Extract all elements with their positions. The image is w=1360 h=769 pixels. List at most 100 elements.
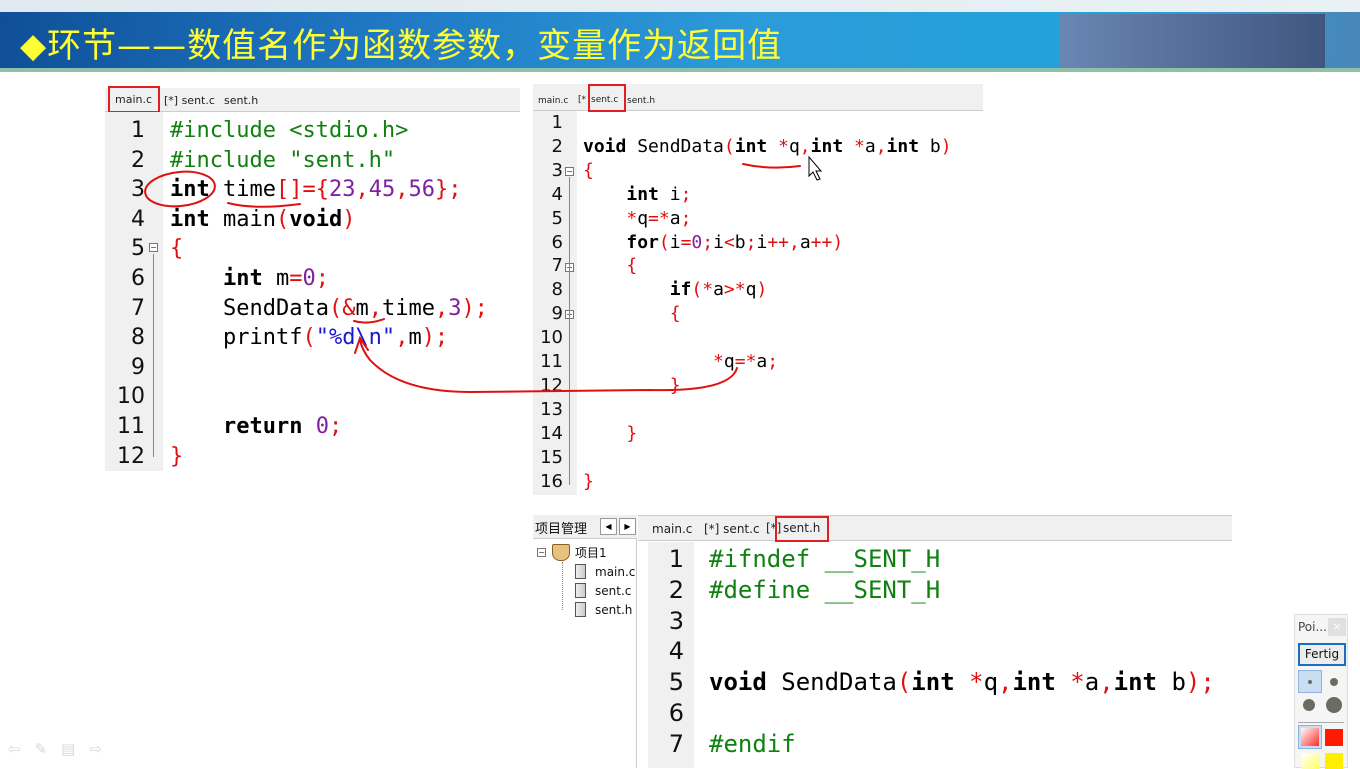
code-token: a (799, 231, 811, 253)
code-line[interactable]: } (583, 375, 681, 396)
slide-nav: ⇦✎▤⇨ (8, 740, 116, 758)
line-number: 6 (131, 266, 145, 291)
code-token: int (626, 183, 659, 205)
code-token: } (170, 443, 184, 469)
tab-sent-c[interactable]: [*] sent.c (164, 94, 215, 107)
color-swatch-yellow-gradient[interactable] (1301, 753, 1319, 769)
scroll-right-button[interactable]: ▶ (619, 518, 636, 535)
code-token: ) (940, 135, 952, 157)
code-token: =* (648, 207, 670, 229)
color-swatch-red[interactable] (1325, 729, 1343, 746)
file-icon (575, 564, 586, 579)
code-line[interactable]: for(i=0;i<b;i++,a++) (583, 232, 843, 253)
code-token: >* (723, 279, 746, 301)
code-line[interactable]: #include "sent.h" (170, 148, 395, 173)
code-token: * (626, 207, 638, 229)
code-token: #define __SENT_H (709, 575, 941, 604)
code-line[interactable]: if(*a>*q) (583, 279, 768, 301)
code-line[interactable]: #ifndef __SENT_H (709, 545, 940, 573)
code-token: = (289, 266, 303, 291)
code-token: SendData (626, 135, 724, 157)
pen-size-large[interactable] (1303, 699, 1315, 711)
code-token: ; (745, 231, 757, 253)
code-token: i (713, 231, 724, 253)
code-line[interactable]: *q=*a; (583, 208, 691, 229)
code-token: i (669, 231, 681, 253)
line-number: 11 (117, 414, 145, 439)
color-swatch-yellow[interactable] (1325, 753, 1343, 769)
done-button[interactable]: Fertig (1298, 643, 1346, 666)
pen-size-medium[interactable] (1330, 678, 1338, 686)
file-icon (575, 583, 586, 598)
code-line[interactable]: int time[]={23,45,56}; (170, 177, 461, 202)
tab-main-c[interactable]: main.c (538, 96, 568, 106)
code-line[interactable]: return 0; (170, 414, 342, 439)
code-line[interactable]: #endif (709, 730, 796, 758)
code-line[interactable]: SendData(&m,time,3); (170, 296, 488, 321)
code-line[interactable]: #define __SENT_H (709, 576, 940, 604)
code-token: if (669, 279, 692, 301)
code-token: { (583, 159, 594, 181)
scroll-left-button[interactable]: ◀ (600, 518, 617, 535)
line-number: 5 (551, 207, 563, 229)
code-line[interactable]: printf("%d\n",m); (170, 325, 448, 350)
code-token: { (583, 255, 638, 277)
line-number: 7 (131, 295, 145, 321)
code-line[interactable]: { (583, 303, 681, 324)
close-button[interactable]: × (1328, 618, 1346, 636)
code-token: < (723, 231, 735, 253)
next-slide-icon[interactable]: ⇨ (89, 740, 116, 758)
tab-sent-h[interactable]: sent.h (224, 94, 258, 107)
code-token: a (864, 135, 876, 157)
previous-slide-icon[interactable]: ⇦ (8, 740, 35, 758)
slide-banner: ◆环节——数值名作为函数参数，变量作为返回值 (0, 12, 1360, 68)
slide-title: ◆环节——数值名作为函数参数，变量作为返回值 (20, 26, 783, 66)
tree-project[interactable]: 项目1 (575, 544, 607, 561)
tree-file-main-c[interactable]: main.c (595, 565, 635, 579)
line-number: 12 (540, 374, 563, 396)
code-token: int (170, 177, 210, 203)
pen-size-xlarge[interactable] (1326, 697, 1342, 713)
line-number: 1 (551, 112, 563, 133)
code-token: * (778, 135, 789, 157)
code-token: } (583, 374, 681, 396)
code-line[interactable]: { (583, 160, 594, 181)
code-line[interactable]: } (583, 423, 637, 444)
code-line[interactable]: void SendData(int *q,int *a,int b) (583, 136, 952, 157)
color-swatch-red-gradient[interactable] (1298, 725, 1322, 749)
tab-sent-c[interactable]: [*] sent.c (704, 522, 760, 536)
pen-icon[interactable]: ✎ (35, 740, 62, 758)
code-token: b (919, 135, 941, 157)
line-number: 6 (668, 699, 684, 727)
tree-collapse-toggle[interactable]: − (537, 548, 546, 557)
code-token: ; (680, 207, 692, 229)
code-token: void (709, 668, 767, 697)
code-token: ); (421, 325, 449, 351)
code-token: SendData (170, 295, 329, 321)
project-panel: 项目管理 ◀ ▶ − 项目1 main.c sent.c sent.h (533, 515, 637, 768)
code-token: int (734, 135, 768, 157)
code-token: ) (756, 279, 768, 301)
code-line[interactable]: #include <stdio.h> (170, 118, 408, 143)
fold-toggle[interactable]: − (565, 167, 574, 176)
code-line[interactable]: } (170, 444, 183, 469)
code-line[interactable]: int i; (583, 184, 691, 205)
code-line[interactable]: { (170, 236, 183, 261)
code-token: ; (767, 351, 779, 372)
code-line[interactable]: void SendData(int *q,int *a,int b); (709, 668, 1215, 696)
code-line[interactable]: int m=0; (170, 266, 329, 291)
code-line[interactable]: } (583, 471, 594, 492)
tree-file-sent-h[interactable]: sent.h (595, 603, 632, 617)
tree-file-sent-c[interactable]: sent.c (595, 584, 631, 598)
line-number: 4 (668, 637, 684, 666)
code-token: ; (680, 183, 692, 205)
tab-sent-h[interactable]: sent.h (627, 96, 655, 106)
code-line[interactable]: int main(void) (170, 207, 355, 232)
code-token: ( (658, 231, 670, 253)
pen-size-small-selected[interactable] (1298, 670, 1322, 693)
code-line[interactable]: *q=*a; (583, 351, 778, 372)
code-line[interactable]: { (583, 255, 637, 276)
tab-main-c[interactable]: main.c (652, 522, 692, 536)
menu-icon[interactable]: ▤ (61, 740, 89, 758)
fold-toggle[interactable]: − (149, 243, 158, 252)
